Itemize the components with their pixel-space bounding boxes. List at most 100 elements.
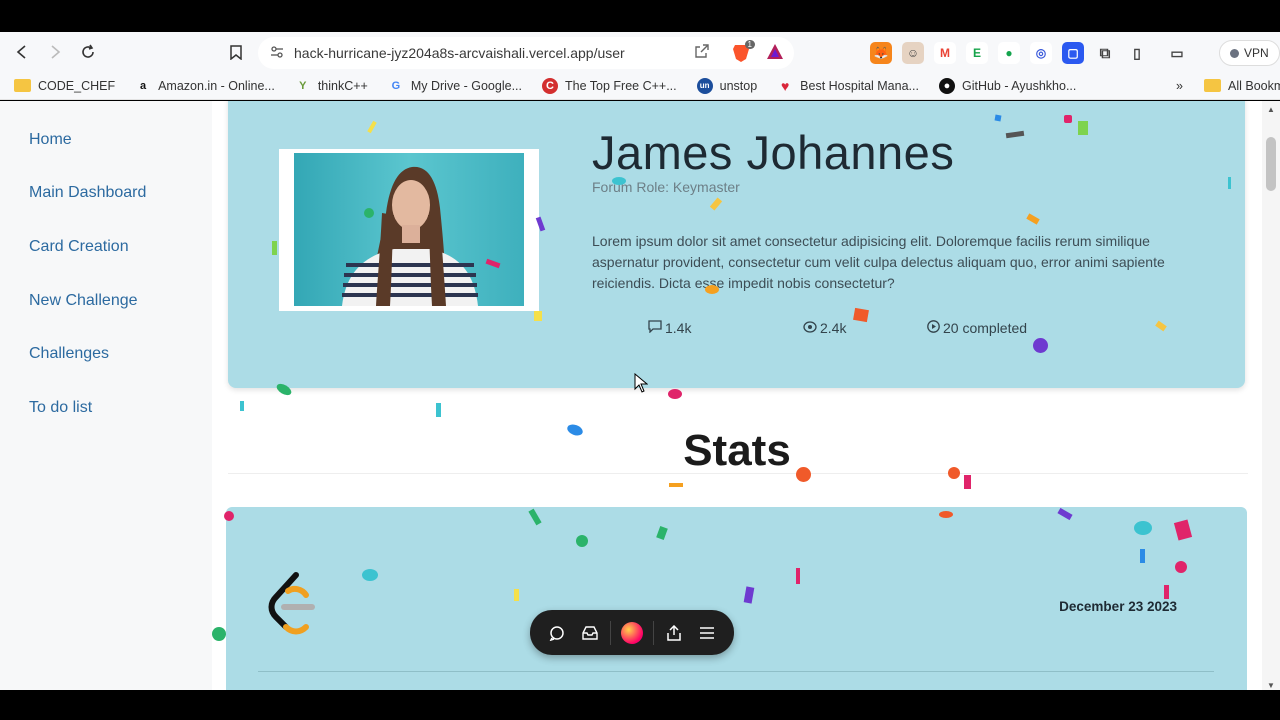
stats-card: December 23 2023 [226, 507, 1247, 690]
extensions-row: 🦊 ☺ M E ● ◎ ▢ ⧉ ▯ ▭ [870, 40, 1188, 66]
more-bookmarks-button[interactable]: » [1166, 72, 1193, 100]
bookmark-item[interactable]: Y thinkC++ [285, 72, 378, 100]
confetti [853, 307, 869, 323]
extension-blue-icon[interactable]: ▢ [1062, 42, 1084, 64]
forward-button[interactable] [39, 36, 71, 68]
confetti [1164, 585, 1169, 599]
share-button[interactable] [658, 616, 691, 650]
confetti [212, 627, 226, 641]
screen-bottom-bar [0, 690, 1280, 720]
folder-icon [1204, 79, 1221, 92]
confetti [224, 511, 234, 521]
extension-face-icon[interactable]: ☺ [902, 42, 924, 64]
sidebar-item-challenges[interactable]: Challenges [29, 345, 109, 363]
assistant-orb-icon [620, 621, 643, 644]
confetti [240, 401, 244, 411]
bookmark-page-button[interactable] [220, 36, 252, 68]
all-bookmarks-button[interactable]: All Bookm [1194, 72, 1280, 100]
bookmark-item[interactable]: ♥ Best Hospital Mana... [767, 72, 929, 100]
bookmark-item[interactable]: un unstop [687, 72, 768, 100]
confetti [576, 535, 588, 547]
sidebar-item-home[interactable]: Home [29, 131, 72, 149]
screen: hack-hurricane-jyz204a8s-arcvaishali.ver… [0, 0, 1280, 720]
scroll-down-arrow-icon[interactable]: ▼ [1267, 681, 1275, 690]
confetti [939, 511, 953, 518]
confetti [994, 114, 1002, 122]
bookmark-item[interactable]: ● GitHub - Ayushkho... [929, 72, 1086, 100]
confetti [1078, 121, 1088, 135]
vpn-status-icon [1230, 48, 1239, 58]
extensions-puzzle-icon[interactable]: ⧉ [1094, 42, 1116, 64]
inbox-button[interactable] [573, 616, 606, 650]
scroll-up-arrow-icon[interactable]: ▲ [1267, 105, 1275, 114]
bookmark-item[interactable]: C The Top Free C++... [532, 72, 687, 100]
reload-icon [82, 44, 94, 58]
sidebar-item-main-dashboard[interactable]: Main Dashboard [29, 184, 146, 202]
confetti [1064, 115, 1072, 123]
menu-button[interactable] [691, 616, 724, 650]
confetti [534, 311, 542, 321]
brave-shield-icon[interactable]: 1 [732, 40, 755, 63]
hamburger-menu-icon [700, 626, 715, 639]
scrollbar[interactable]: ▲ ▼ [1262, 101, 1280, 690]
extension-e-icon[interactable]: E [966, 42, 988, 64]
profile-bio: Lorem ipsum dolor sit amet consectetur a… [592, 233, 1165, 291]
views-count: 2.4k [820, 320, 847, 336]
evernote-icon[interactable]: ● [998, 42, 1020, 64]
reload-button[interactable] [72, 36, 104, 68]
site-info-icon[interactable] [270, 45, 290, 62]
bookmark-label: My Drive - Google... [410, 78, 522, 93]
bookmark-label: Amazon.in - Online... [158, 78, 275, 93]
bookmarks-bar: CODE_CHEF a Amazon.in - Online... Y thin… [0, 72, 1280, 100]
toolbar-separator [652, 620, 654, 645]
thinkcpp-icon: Y [299, 79, 307, 92]
chat-button[interactable] [540, 616, 573, 650]
unstop-icon: un [696, 77, 713, 94]
comment-icon [648, 320, 662, 336]
brave-badge: 1 [744, 40, 755, 49]
bookmark-item[interactable]: G My Drive - Google... [378, 72, 532, 100]
gmail-icon[interactable]: M [934, 42, 956, 64]
profile-card: James Johannes Forum Role: Keymaster Lor… [228, 101, 1245, 388]
extension-globe-icon[interactable]: ◎ [1030, 42, 1052, 64]
main-content: James Johannes Forum Role: Keymaster Lor… [212, 101, 1262, 690]
address-bar[interactable]: hack-hurricane-jyz204a8s-arcvaishali.ver… [258, 37, 794, 69]
confetti [796, 467, 811, 482]
confetti [612, 177, 626, 185]
vpn-button[interactable]: VPN [1219, 40, 1280, 66]
bookmark-item[interactable]: a Amazon.in - Online... [125, 72, 285, 100]
mouse-cursor-icon [634, 372, 649, 398]
profile-name: James Johannes [592, 126, 955, 179]
confetti [668, 389, 682, 399]
confetti [964, 475, 971, 489]
bookmark-label: CODE_CHEF [38, 78, 116, 93]
folder-icon [14, 79, 31, 92]
bookmark-item[interactable]: CODE_CHEF [0, 72, 125, 100]
confetti [362, 569, 378, 581]
assistant-button[interactable] [615, 616, 648, 650]
play-circle-icon [927, 320, 940, 336]
sidebar-item-new-challenge[interactable]: New Challenge [29, 292, 138, 310]
brave-rewards-icon[interactable] [766, 43, 784, 64]
sidebar-item-todo-list[interactable]: To do list [29, 399, 92, 417]
upload-share-icon [667, 624, 681, 641]
stat-views: 2.4k [803, 320, 846, 336]
url-text[interactable]: hack-hurricane-jyz204a8s-arcvaishali.ver… [294, 45, 625, 61]
cpp-icon: C [541, 77, 558, 94]
back-arrow-icon [16, 45, 26, 59]
leetcode-logo-icon [262, 571, 322, 639]
back-button[interactable] [6, 36, 38, 68]
vpn-label: VPN [1244, 46, 1269, 60]
sidebar-item-card-creation[interactable]: Card Creation [29, 238, 129, 256]
share-icon[interactable] [694, 43, 710, 62]
tab-strip [0, 0, 1280, 32]
bookmark-label: unstop [719, 78, 758, 93]
confetti [1175, 561, 1187, 573]
scroll-thumb[interactable] [1266, 137, 1276, 191]
confetti [364, 208, 374, 218]
stats-heading: Stats [683, 426, 791, 475]
wallet-icon[interactable]: ▭ [1166, 42, 1188, 64]
sidebar-toggle-icon[interactable]: ▯ [1126, 42, 1148, 64]
metamask-icon[interactable]: 🦊 [870, 42, 892, 64]
confetti [514, 589, 519, 601]
